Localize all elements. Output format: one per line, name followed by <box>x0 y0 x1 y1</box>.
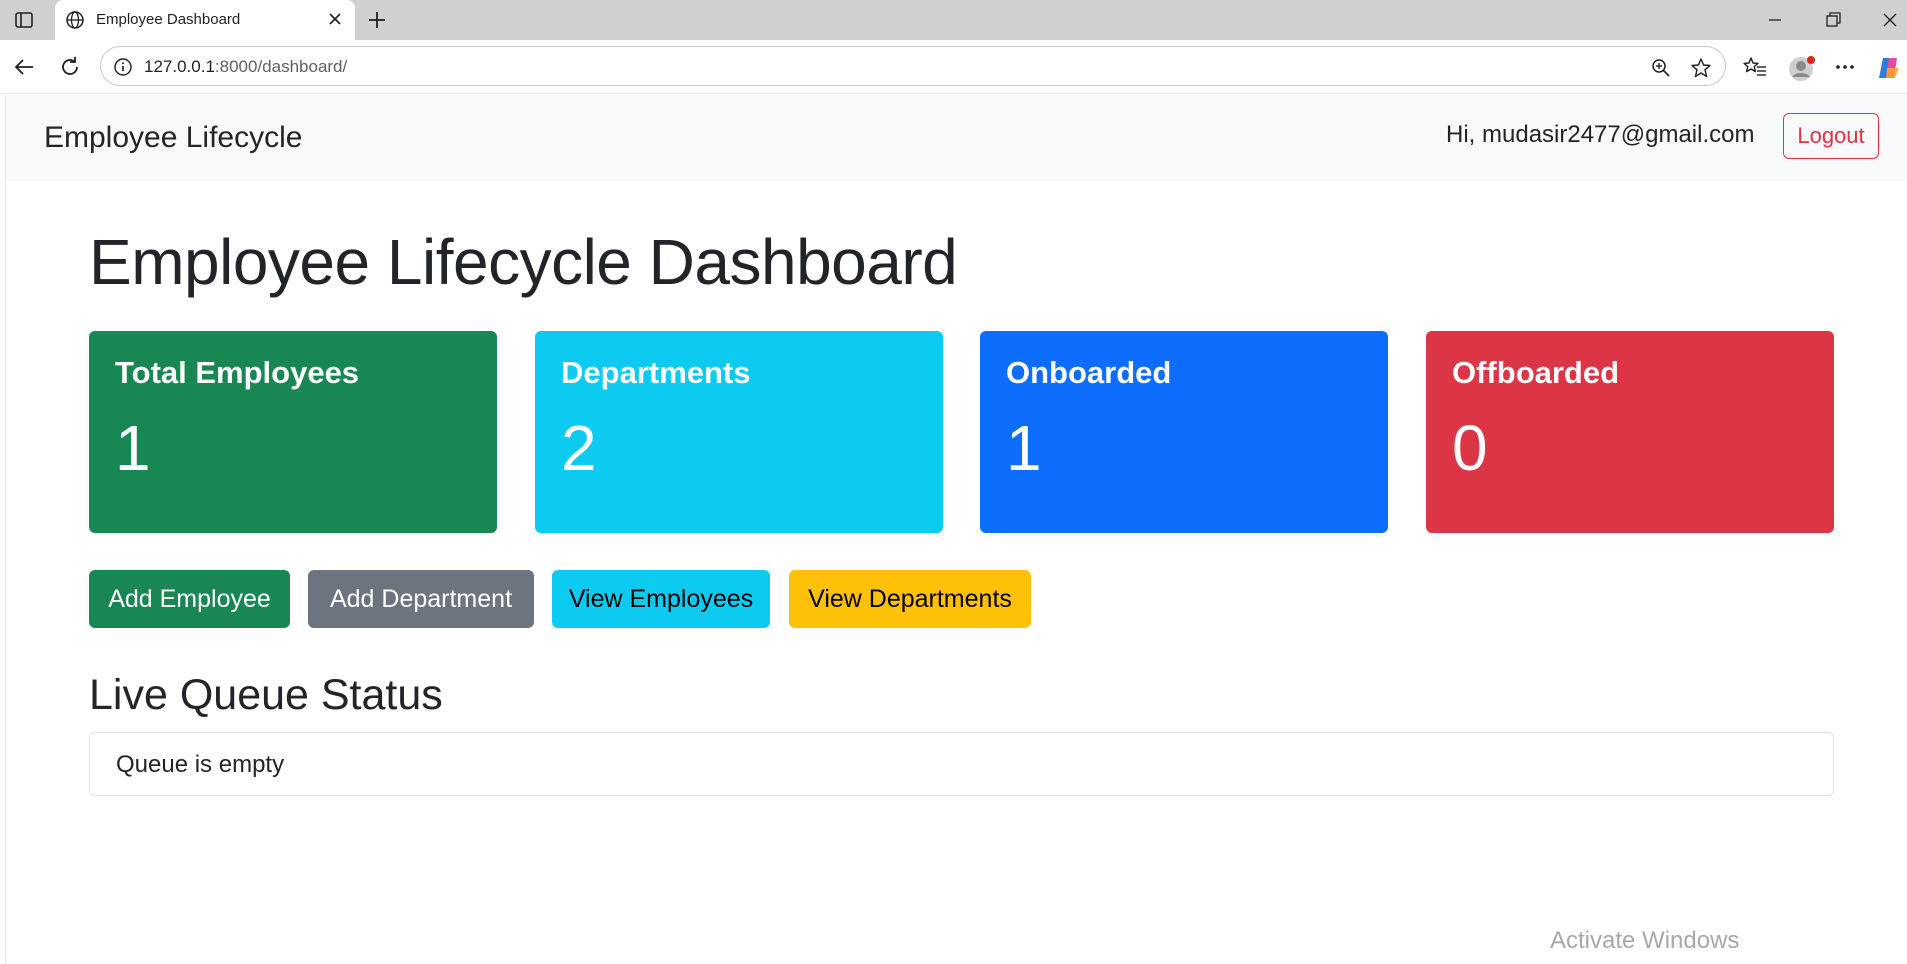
stat-card-offboarded: Offboarded 0 <box>1426 331 1834 533</box>
reload-icon[interactable] <box>58 55 82 79</box>
restore-icon[interactable] <box>1823 10 1843 30</box>
stat-label: Total Employees <box>115 355 360 390</box>
stat-value: 1 <box>115 412 151 484</box>
url-path: :8000/dashboard/ <box>214 57 348 76</box>
queue-status-panel: Queue is empty <box>89 732 1834 796</box>
stat-value: 1 <box>1006 412 1042 484</box>
page-title: Employee Lifecycle Dashboard <box>89 226 958 298</box>
browser-tab-bar: Employee Dashboard <box>0 0 1907 40</box>
stat-label: Offboarded <box>1452 355 1620 390</box>
globe-icon <box>65 10 85 30</box>
browser-tab-active[interactable]: Employee Dashboard <box>55 0 355 40</box>
stat-card-onboarded: Onboarded 1 <box>980 331 1388 533</box>
zoom-icon[interactable] <box>1650 57 1672 79</box>
site-info-icon[interactable] <box>113 57 133 77</box>
logout-button[interactable]: Logout <box>1783 113 1879 159</box>
stat-label: Onboarded <box>1006 355 1172 390</box>
back-arrow-icon[interactable] <box>12 55 36 79</box>
queue-section-title: Live Queue Status <box>89 671 443 719</box>
stat-value: 0 <box>1452 412 1488 484</box>
add-employee-button[interactable]: Add Employee <box>89 570 290 628</box>
browser-address-bar: 127.0.0.1:8000/dashboard/ <box>0 40 1907 94</box>
profile-avatar-icon[interactable] <box>1787 54 1815 81</box>
stat-value: 2 <box>561 412 597 484</box>
user-greeting: Hi, mudasir2477@gmail.com <box>1446 121 1755 148</box>
view-departments-button[interactable]: View Departments <box>789 570 1031 628</box>
stat-card-departments: Departments 2 <box>535 331 943 533</box>
stat-label: Departments <box>561 355 751 390</box>
view-employees-button[interactable]: View Employees <box>552 570 770 628</box>
favorite-star-icon[interactable] <box>1690 57 1712 79</box>
page-viewport: Employee Lifecycle Hi, mudasir2477@gmail… <box>5 95 1907 964</box>
minimize-icon[interactable] <box>1765 10 1785 30</box>
url-text: 127.0.0.1:8000/dashboard/ <box>144 57 347 77</box>
sidebar-toggle-icon[interactable] <box>12 9 36 31</box>
url-host: 127.0.0.1 <box>144 57 215 76</box>
stat-card-total-employees: Total Employees 1 <box>89 331 497 533</box>
favorites-icon[interactable] <box>1742 54 1768 80</box>
new-tab-icon[interactable] <box>365 8 389 32</box>
url-field[interactable]: 127.0.0.1:8000/dashboard/ <box>100 46 1726 86</box>
more-options-icon[interactable] <box>1832 54 1858 80</box>
tab-title: Employee Dashboard <box>96 11 241 28</box>
close-tab-icon[interactable] <box>325 9 345 29</box>
app-navbar: Employee Lifecycle Hi, mudasir2477@gmail… <box>6 95 1907 181</box>
close-window-icon[interactable] <box>1880 10 1900 30</box>
queue-status-message: Queue is empty <box>116 751 285 778</box>
copilot-icon[interactable] <box>1875 54 1901 80</box>
add-department-button[interactable]: Add Department <box>308 570 534 628</box>
activate-windows-watermark: Activate Windows <box>1550 927 1740 954</box>
navbar-brand[interactable]: Employee Lifecycle <box>44 121 302 155</box>
